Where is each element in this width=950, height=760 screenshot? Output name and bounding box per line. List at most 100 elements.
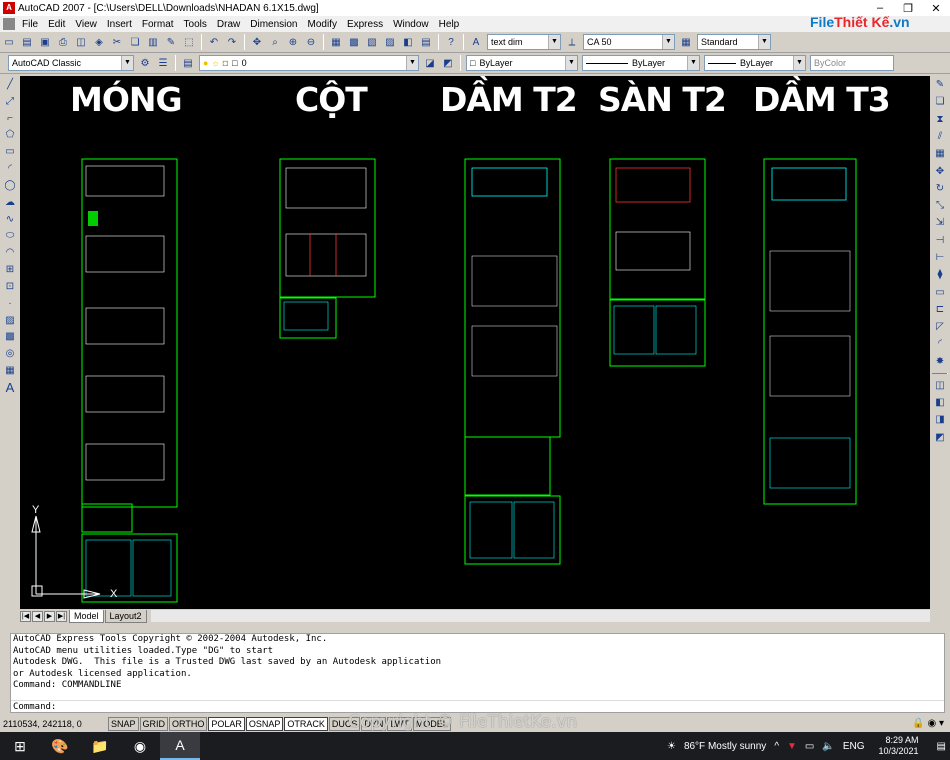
- table-icon[interactable]: ▦: [2, 363, 18, 378]
- copy-icon[interactable]: ❏: [127, 34, 143, 50]
- help-icon[interactable]: ?: [443, 34, 459, 50]
- trim-icon[interactable]: ⊣: [932, 233, 948, 248]
- linetype-select[interactable]: ByLayer ▼: [582, 55, 700, 71]
- break-icon[interactable]: ▭: [932, 284, 948, 299]
- paste-icon[interactable]: ▥: [145, 34, 161, 50]
- break-at-point-icon[interactable]: ⧫: [932, 267, 948, 282]
- revision-cloud-icon[interactable]: ☁: [2, 195, 18, 210]
- layer-manager-icon[interactable]: ☰: [155, 55, 171, 71]
- autocad-taskbar-icon[interactable]: A: [160, 732, 200, 760]
- menu-express[interactable]: Express: [342, 19, 388, 30]
- notifications-icon[interactable]: ▤: [937, 741, 946, 752]
- menu-edit[interactable]: Edit: [43, 19, 70, 30]
- next-tab-icon[interactable]: ▶: [44, 610, 55, 622]
- menu-dimension[interactable]: Dimension: [245, 19, 302, 30]
- clock[interactable]: 8:29 AM 10/3/2021: [875, 735, 923, 757]
- mirror-icon[interactable]: ⧗: [932, 112, 948, 127]
- grid-toggle[interactable]: GRID: [139, 716, 169, 731]
- undo-icon[interactable]: ↶: [206, 34, 222, 50]
- make-block-icon[interactable]: ⊡: [2, 279, 18, 294]
- region-icon[interactable]: ◎: [2, 346, 18, 361]
- zoom-realtime-icon[interactable]: ⌕: [267, 34, 283, 50]
- properties-icon[interactable]: ▦: [328, 34, 344, 50]
- point-icon[interactable]: ·: [2, 296, 18, 311]
- insert-block-icon[interactable]: ⊞: [2, 262, 18, 277]
- menu-insert[interactable]: Insert: [102, 19, 137, 30]
- menu-view[interactable]: View: [70, 19, 102, 30]
- cut-icon[interactable]: ✂: [109, 34, 125, 50]
- chrome-icon[interactable]: ◉: [120, 732, 160, 760]
- tab-model[interactable]: Model: [69, 609, 104, 623]
- color-select[interactable]: □ ByLayer ▼: [466, 55, 578, 71]
- publish-icon[interactable]: ◈: [91, 34, 107, 50]
- restore-button[interactable]: ❐: [894, 2, 922, 15]
- join-icon[interactable]: ⊏: [932, 302, 948, 317]
- line-icon[interactable]: ╱: [2, 77, 18, 92]
- menu-window[interactable]: Window: [388, 19, 434, 30]
- file-explorer-icon[interactable]: 📁: [80, 732, 120, 760]
- zoom-window-icon[interactable]: ⊕: [285, 34, 301, 50]
- ortho-toggle[interactable]: ORTHO: [169, 716, 208, 731]
- tool-palettes-icon[interactable]: ▧: [364, 34, 380, 50]
- calculator-icon[interactable]: ▤: [418, 34, 434, 50]
- layer-previous-icon[interactable]: ◩: [440, 55, 456, 71]
- antivirus-icon[interactable]: ▼: [787, 741, 797, 752]
- menu-modify[interactable]: Modify: [303, 19, 342, 30]
- chevron-up-icon[interactable]: ^: [774, 741, 779, 752]
- drawing-canvas[interactable]: MÓNG CỘT DẦM T2 SÀN T2 DẦM T3 Y X: [20, 76, 930, 609]
- windows-start-icon[interactable]: ⊞: [0, 732, 40, 760]
- lineweight-select[interactable]: ByLayer ▼: [704, 55, 806, 71]
- spline-icon[interactable]: ∿: [2, 212, 18, 227]
- table-style-select[interactable]: Standard ▼: [697, 34, 771, 50]
- workspace-select[interactable]: AutoCAD Classic ▼: [8, 55, 134, 71]
- paint-app-icon[interactable]: 🎨: [40, 732, 80, 760]
- menu-format[interactable]: Format: [137, 19, 179, 30]
- prev-tab-icon[interactable]: ◀: [32, 610, 43, 622]
- print-icon[interactable]: ⎙: [55, 34, 71, 50]
- new-icon[interactable]: ▭: [1, 34, 17, 50]
- horizontal-scrollbar[interactable]: [150, 610, 930, 622]
- weather-text[interactable]: 86°F Mostly sunny: [684, 741, 766, 752]
- construction-line-icon[interactable]: ⤢: [2, 94, 18, 109]
- language-indicator[interactable]: ENG: [843, 741, 865, 752]
- tab-layout2[interactable]: Layout2: [104, 609, 147, 623]
- ellipse-arc-icon[interactable]: ◠: [2, 245, 18, 260]
- communication-center-icon[interactable]: ◉: [927, 718, 936, 729]
- pan-icon[interactable]: ✥: [249, 34, 265, 50]
- layer-manager-icon[interactable]: ▤: [180, 55, 196, 71]
- menu-tools[interactable]: Tools: [179, 19, 212, 30]
- copy-object-icon[interactable]: ❏: [932, 94, 948, 109]
- sheet-set-icon[interactable]: ▨: [382, 34, 398, 50]
- status-menu-icon[interactable]: ▾: [939, 718, 944, 729]
- ellipse-icon[interactable]: ⬭: [2, 228, 18, 243]
- make-layer-current-icon[interactable]: ◪: [422, 55, 438, 71]
- layer-select[interactable]: ● ☼ ◘ □ 0 ▼: [199, 55, 419, 71]
- arc-icon[interactable]: ◜: [2, 161, 18, 176]
- draw-order-back-icon[interactable]: ◧: [932, 395, 948, 410]
- rotate-icon[interactable]: ↻: [932, 181, 948, 196]
- draw-order-above-icon[interactable]: ◨: [932, 412, 948, 427]
- snap-toggle[interactable]: SNAP: [108, 716, 139, 731]
- erase-icon[interactable]: ✎: [932, 77, 948, 92]
- document-icon[interactable]: [3, 18, 15, 30]
- open-icon[interactable]: ▤: [19, 34, 35, 50]
- design-center-icon[interactable]: ▩: [346, 34, 362, 50]
- move-icon[interactable]: ✥: [932, 163, 948, 178]
- dim-style-select[interactable]: CA 50 ▼: [583, 34, 675, 50]
- chamfer-icon[interactable]: ◸: [932, 319, 948, 334]
- last-tab-icon[interactable]: ▶|: [56, 610, 67, 622]
- scale-icon[interactable]: ⤡: [932, 198, 948, 213]
- draw-order-front-icon[interactable]: ◫: [932, 378, 948, 393]
- markup-icon[interactable]: ◧: [400, 34, 416, 50]
- array-icon[interactable]: ▦: [932, 146, 948, 161]
- zoom-previous-icon[interactable]: ⊖: [303, 34, 319, 50]
- autocad-app-icon[interactable]: A: [3, 2, 15, 14]
- offset-icon[interactable]: ⫽: [932, 129, 948, 144]
- gradient-icon[interactable]: ▩: [2, 329, 18, 344]
- block-editor-icon[interactable]: ⬚: [181, 34, 197, 50]
- menu-help[interactable]: Help: [434, 19, 465, 30]
- draw-order-under-icon[interactable]: ◩: [932, 430, 948, 445]
- polar-toggle[interactable]: POLAR: [208, 716, 245, 731]
- polygon-icon[interactable]: ⬠: [2, 127, 18, 142]
- otrack-toggle[interactable]: OTRACK: [284, 716, 328, 731]
